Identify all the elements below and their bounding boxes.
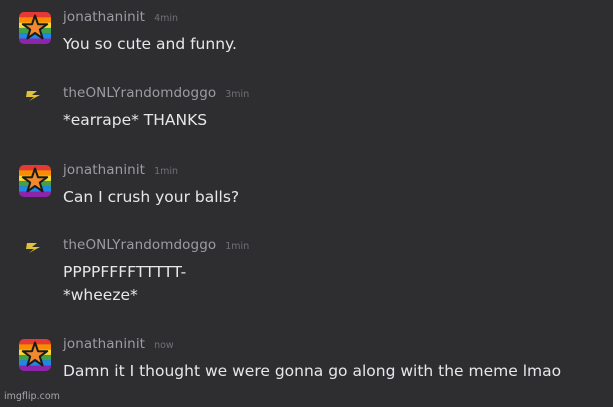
message-text: Can I crush your balls?	[63, 186, 239, 209]
message-header: jonathaninit 4min	[63, 9, 178, 29]
username[interactable]: jonathaninit	[63, 9, 145, 25]
avatar[interactable]	[25, 242, 43, 254]
message-header: jonathaninit now	[63, 336, 174, 356]
imgflip-watermark: imgflip.com	[4, 391, 60, 402]
message-text: Damn it I thought we were gonna go along…	[63, 360, 561, 383]
message-line: Can I crush your balls?	[63, 188, 240, 206]
message-text: You so cute and funny.	[63, 33, 237, 56]
timestamp: 1min	[225, 241, 250, 252]
message-text: *earrape* THANKS	[63, 109, 207, 132]
rainbow-star-icon	[19, 165, 51, 197]
message-text: PPPPFFFFTTTTT- *wheeze*	[63, 261, 186, 307]
lightning-bolt-icon	[26, 91, 40, 101]
avatar[interactable]	[19, 12, 51, 44]
rainbow-star-icon	[19, 12, 51, 44]
message-line: PPPPFFFFTTTTT-	[63, 263, 187, 281]
avatar[interactable]	[19, 165, 51, 197]
message-header: jonathaninit 1min	[63, 162, 178, 182]
message-line: *wheeze*	[63, 286, 138, 304]
message-line: You so cute and funny.	[63, 35, 237, 53]
username[interactable]: theONLYrandomdoggo	[63, 85, 216, 101]
timestamp: 3min	[225, 89, 250, 100]
rainbow-star-icon	[19, 339, 51, 371]
chat-feed: jonathaninit 4min You so cute and funny.…	[0, 0, 613, 407]
username[interactable]: theONLYrandomdoggo	[63, 237, 216, 253]
avatar[interactable]	[19, 339, 51, 371]
lightning-bolt-icon	[26, 243, 40, 253]
message-header: theONLYrandomdoggo 3min	[63, 85, 249, 105]
message-line: *earrape* THANKS	[63, 111, 208, 129]
message-header: theONLYrandomdoggo 1min	[63, 237, 249, 257]
timestamp: 1min	[154, 166, 179, 177]
avatar[interactable]	[25, 90, 43, 102]
username[interactable]: jonathaninit	[63, 336, 145, 352]
timestamp: 4min	[154, 13, 179, 24]
timestamp: now	[154, 340, 174, 351]
message-line: Damn it I thought we were gonna go along…	[63, 362, 562, 380]
username[interactable]: jonathaninit	[63, 162, 145, 178]
